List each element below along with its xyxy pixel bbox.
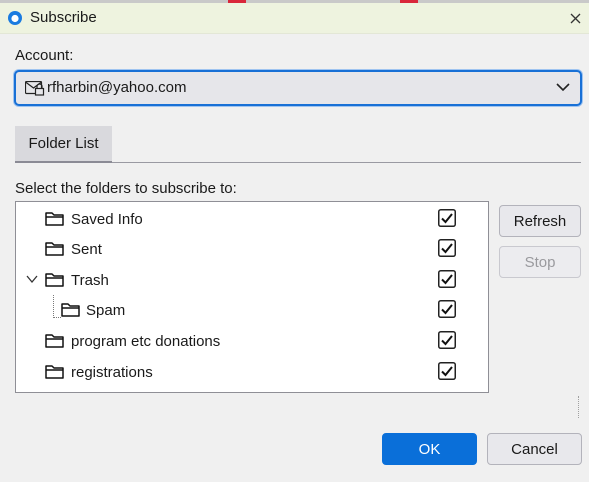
cancel-button[interactable]: Cancel — [487, 433, 582, 465]
subscribe-checkbox[interactable] — [438, 239, 456, 257]
folder-name: registrations — [71, 364, 153, 381]
chevron-down-icon — [556, 83, 570, 92]
subscribe-checkbox[interactable] — [438, 331, 456, 349]
chevron-down-icon[interactable] — [26, 275, 38, 283]
subscribe-checkbox[interactable] — [438, 362, 456, 380]
refresh-button[interactable]: Refresh — [499, 205, 581, 237]
folder-icon — [45, 242, 64, 256]
account-label: Account: — [15, 47, 74, 64]
stop-label: Stop — [524, 253, 556, 271]
tab-folder-list[interactable]: Folder List — [15, 126, 112, 163]
folder-name: Saved Info — [71, 211, 143, 228]
ok-label: OK — [418, 440, 441, 458]
folder-icon — [45, 273, 64, 287]
app-icon — [8, 11, 22, 25]
close-icon — [570, 13, 580, 23]
folder-name: program etc donations — [71, 333, 221, 350]
account-icon — [25, 81, 45, 96]
folder-row[interactable]: Trash — [16, 265, 488, 295]
subscribe-checkbox[interactable] — [438, 209, 456, 227]
folder-row[interactable]: registrations — [16, 357, 488, 387]
folder-tree[interactable]: Saved Info Sent Trash Spam program etc d… — [15, 201, 489, 393]
tree-connector — [53, 317, 61, 319]
resize-grip — [578, 396, 580, 418]
tab-divider — [112, 162, 581, 163]
subscribe-checkbox[interactable] — [438, 270, 456, 288]
close-button[interactable] — [561, 3, 589, 33]
account-value: rfharbin@yahoo.com — [47, 79, 187, 96]
folder-row[interactable]: Saved Info — [16, 204, 488, 234]
folder-icon — [45, 334, 64, 348]
folder-name: Trash — [71, 272, 109, 289]
folder-icon — [45, 212, 64, 226]
tab-label: Folder List — [28, 135, 99, 152]
folder-row[interactable]: Sent — [16, 234, 488, 264]
instructions-text: Select the folders to subscribe to: — [15, 180, 237, 197]
folder-row[interactable]: program etc donations — [16, 326, 488, 356]
folder-row[interactable]: Spam — [16, 295, 488, 325]
subscribe-checkbox[interactable] — [438, 300, 456, 318]
account-select[interactable]: rfharbin@yahoo.com — [14, 70, 582, 106]
folder-icon — [61, 303, 80, 317]
refresh-label: Refresh — [513, 212, 567, 230]
stop-button[interactable]: Stop — [499, 246, 581, 278]
title-bar: Subscribe — [0, 3, 589, 34]
tree-connector — [53, 295, 55, 318]
window-title: Subscribe — [30, 9, 97, 26]
folder-icon — [45, 365, 64, 379]
ok-button[interactable]: OK — [382, 433, 477, 465]
folder-name: Spam — [86, 302, 126, 319]
folder-name: Sent — [71, 241, 102, 258]
cancel-label: Cancel — [511, 440, 558, 458]
